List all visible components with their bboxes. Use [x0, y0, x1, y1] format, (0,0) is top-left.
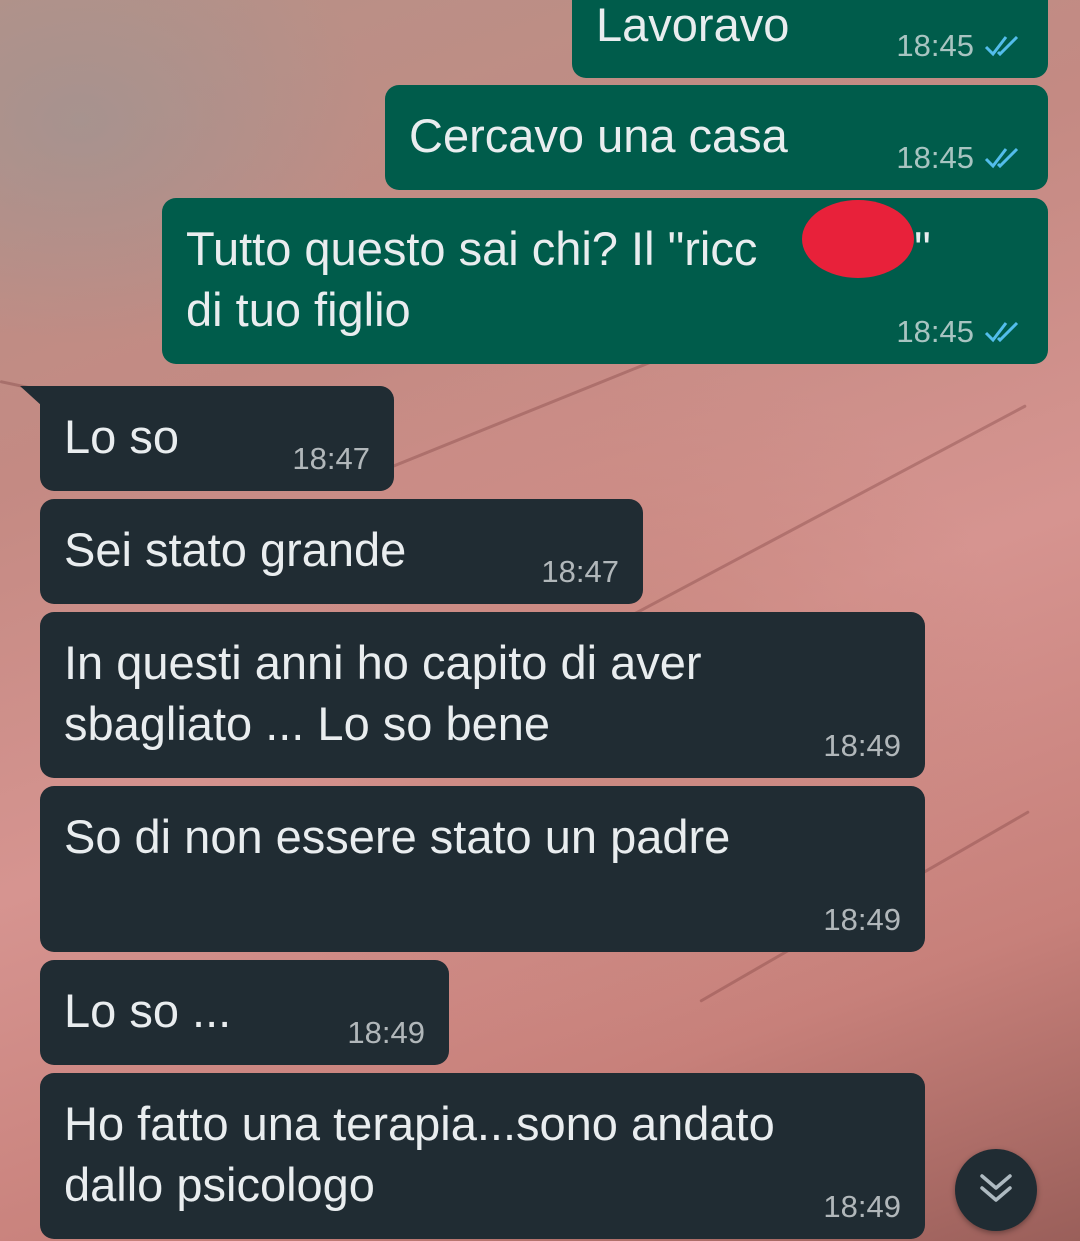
message-text: Lo so — [64, 410, 179, 463]
message-time: 18:49 — [823, 902, 901, 937]
message-bubble-incoming[interactable]: Lo so ... 18:49 — [40, 960, 449, 1065]
read-receipt-icon — [984, 319, 1024, 345]
message-bubble-incoming[interactable]: Ho fatto una terapia...sono andato dallo… — [40, 1073, 925, 1239]
message-text: Ho fatto una terapia...sono andato dallo… — [64, 1097, 775, 1211]
message-time: 18:49 — [347, 1015, 425, 1050]
message-bubble-outgoing[interactable]: Lavoravo 18:45 — [572, 0, 1048, 78]
message-meta: 18:45 — [896, 314, 1024, 350]
message-text: In questi anni ho capito di aver sbaglia… — [64, 636, 702, 750]
message-text: Cercavo una casa — [409, 109, 788, 162]
message-time: 18:49 — [823, 1189, 901, 1224]
message-meta: 18:49 — [823, 728, 901, 764]
message-bubble-incoming[interactable]: Sei stato grande 18:47 — [40, 499, 643, 604]
redaction-mark — [802, 200, 914, 278]
message-bubble-incoming[interactable]: Lo so 18:47 — [20, 386, 394, 491]
message-meta: 18:47 — [292, 441, 370, 477]
message-bubble-incoming[interactable]: So di non essere stato un padre 18:49 — [40, 786, 925, 952]
message-text: Lavoravo — [596, 0, 790, 51]
message-list[interactable]: Lavoravo 18:45 Cercavo una casa 18:45 Tu… — [0, 0, 1080, 1241]
message-time: 18:45 — [896, 140, 974, 175]
message-meta: 18:45 — [896, 140, 1024, 176]
message-bubble-incoming[interactable]: In questi anni ho capito di aver sbaglia… — [40, 612, 925, 778]
bubble-tail — [20, 386, 42, 406]
message-bubble-outgoing[interactable]: Tutto questo sai chi? Il "ricc ne " di t… — [162, 198, 1048, 364]
message-text: Lo so ... — [64, 984, 232, 1037]
message-time: 18:49 — [823, 728, 901, 763]
double-chevron-down-icon — [976, 1170, 1016, 1211]
message-meta: 18:49 — [347, 1015, 425, 1051]
read-receipt-icon — [984, 145, 1024, 171]
message-time: 18:47 — [541, 554, 619, 589]
message-text: Sei stato grande — [64, 523, 407, 576]
message-meta: 18:45 — [896, 28, 1024, 64]
message-meta: 18:49 — [823, 1189, 901, 1225]
scroll-to-bottom-button[interactable] — [955, 1149, 1037, 1231]
message-meta: 18:47 — [541, 554, 619, 590]
message-time: 18:45 — [896, 314, 974, 349]
message-text: So di non essere stato un padre — [64, 810, 731, 863]
message-time: 18:45 — [896, 28, 974, 63]
message-bubble-outgoing[interactable]: Cercavo una casa 18:45 — [385, 85, 1048, 190]
read-receipt-icon — [984, 33, 1024, 59]
message-meta: 18:49 — [823, 902, 901, 938]
message-time: 18:47 — [292, 441, 370, 476]
